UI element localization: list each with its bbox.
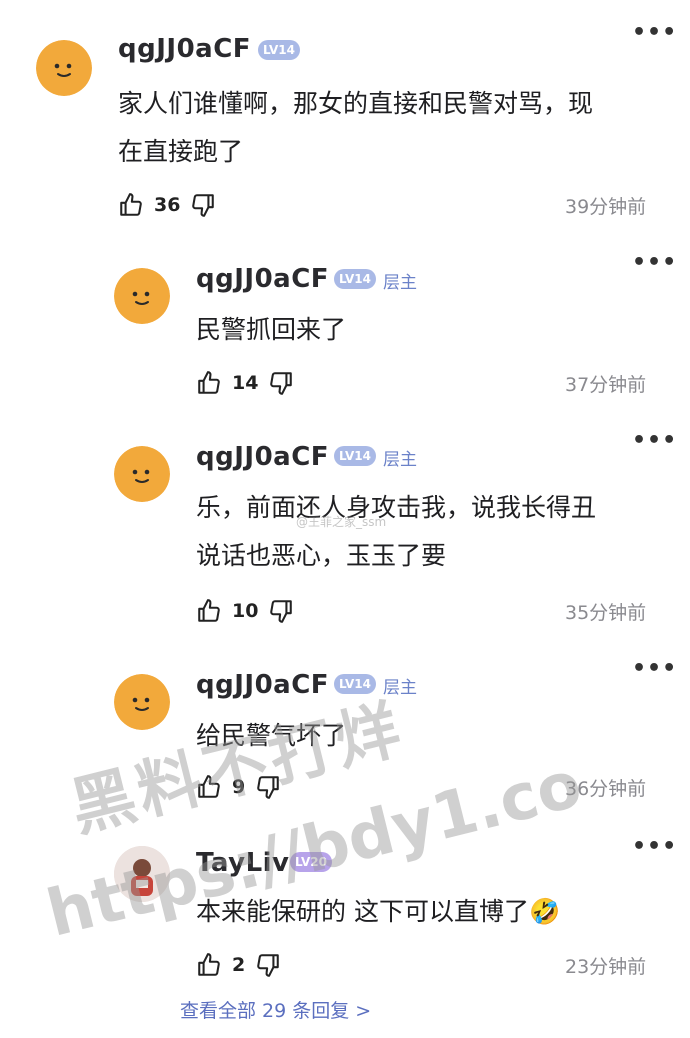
thumbs-up-icon[interactable] [196,598,222,624]
avatar-smiley-icon [114,446,170,502]
username[interactable]: qgJJ0aCF [118,34,251,64]
avatar[interactable] [36,40,92,96]
more-icon[interactable]: ••• [632,836,677,858]
op-label: 层主 [383,273,417,293]
comment-text: 家人们谁懂啊，那女的直接和民警对骂，现 在直接跑了 [118,80,593,176]
action-row: 14 [196,368,294,398]
like-count: 14 [232,372,259,394]
timestamp: 39分钟前 [565,196,647,218]
timestamp: 23分钟前 [565,956,647,978]
avatar[interactable] [114,674,170,730]
thumbs-down-icon[interactable] [255,952,281,978]
action-row: 36 [118,190,216,220]
comment-text-line: 在直接跑了 [118,137,244,166]
avatar-smiley-icon [36,40,92,96]
level-badge: LV14 [334,269,376,289]
reply-item: qgJJ0aCF LV14 层主 ••• 乐，前面还人身攻击我，说我长得丑 说话… [0,420,690,650]
like-count: 10 [232,600,259,622]
thumbs-up-icon[interactable] [196,952,222,978]
action-row: 2 [196,950,281,980]
thumbs-up-icon[interactable] [196,370,222,396]
username[interactable]: qgJJ0aCF [196,264,329,294]
thumbs-down-icon[interactable] [190,192,216,218]
more-icon[interactable]: ••• [632,658,677,680]
comment-text-line: 民警抓回来了 [196,315,347,344]
comment-text-line: 说话也恶心，玉玉了要 [196,541,447,570]
thumbs-down-icon[interactable] [268,370,294,396]
avatar[interactable] [114,268,170,324]
avatar[interactable] [114,446,170,502]
thumbs-up-icon[interactable] [118,192,144,218]
level-badge: LV14 [258,40,300,60]
thumbs-down-icon[interactable] [268,598,294,624]
comment-text-line: 乐，前面还人身攻击我，说我长得丑 [196,493,597,522]
reply-item: qgJJ0aCF LV14 层主 ••• 民警抓回来了 14 37分钟前 [0,240,690,420]
op-label: 层主 [383,450,417,470]
comment-main: qgJJ0aCF LV14 ••• 家人们谁懂啊，那女的直接和民警对骂，现 在直… [0,0,690,240]
more-icon[interactable]: ••• [632,252,677,274]
timestamp: 37分钟前 [565,374,647,396]
watermark-small: @王菲之家_ssm [296,515,387,529]
action-row: 10 [196,596,294,626]
more-icon[interactable]: ••• [632,22,677,44]
comment-text: 乐，前面还人身攻击我，说我长得丑 说话也恶心，玉玉了要 [196,484,596,580]
comment-text-line: 家人们谁懂啊，那女的直接和民警对骂，现 [118,89,594,118]
view-all-replies-link[interactable]: 查看全部 29 条回复 > [180,996,371,1023]
avatar-smiley-icon [114,674,170,730]
timestamp: 35分钟前 [565,602,647,624]
avatar-smiley-icon [114,268,170,324]
username[interactable]: qgJJ0aCF [196,442,329,472]
level-badge: LV14 [334,446,376,466]
like-count: 2 [232,954,246,976]
username[interactable]: qgJJ0aCF [196,670,329,700]
more-icon[interactable]: ••• [632,430,677,452]
like-count: 36 [154,194,181,216]
comment-text: 民警抓回来了 [196,306,346,354]
